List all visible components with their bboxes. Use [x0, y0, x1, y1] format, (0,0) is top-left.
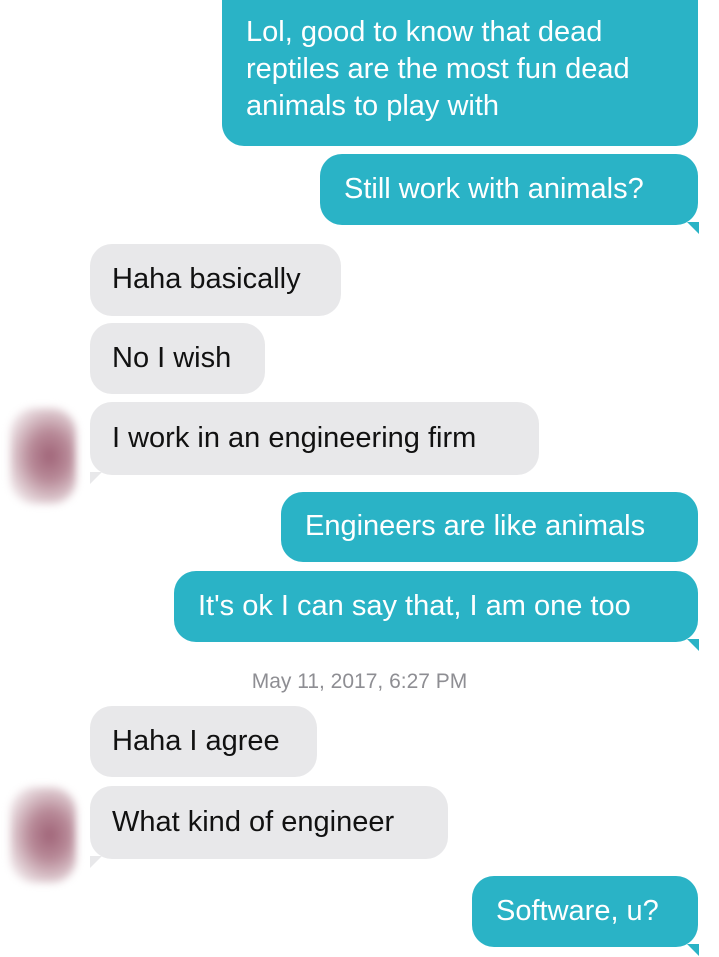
outgoing-message-bubble[interactable]: Software, u? — [472, 876, 698, 947]
contact-avatar[interactable] — [10, 408, 76, 504]
bubble-tail — [687, 222, 699, 234]
message-text: Haha basically — [112, 263, 301, 295]
incoming-message-bubble[interactable]: Haha I agree — [90, 706, 317, 777]
message-text-line: reptiles are the most fun dead — [246, 53, 630, 85]
outgoing-message-bubble[interactable]: Still work with animals? — [320, 154, 698, 225]
message-text: It's ok I can say that, I am one too — [198, 590, 631, 622]
message-text: No I wish — [112, 342, 232, 374]
bubble-tail — [90, 472, 102, 484]
message-text: I work in an engineering firm — [112, 422, 477, 454]
incoming-message-bubble[interactable]: Haha basically — [90, 244, 341, 316]
incoming-message-bubble[interactable]: I work in an engineering firm — [90, 402, 539, 475]
contact-avatar[interactable] — [10, 787, 76, 883]
message-timestamp: May 11, 2017, 6:27 PM — [251, 670, 468, 693]
message-text: Haha I agree — [112, 725, 280, 757]
message-text: Engineers are like animals — [305, 510, 646, 542]
outgoing-message-bubble[interactable]: Engineers are like animals — [281, 492, 698, 562]
message-text: Still work with animals? — [344, 173, 644, 205]
incoming-message-bubble[interactable]: No I wish — [90, 323, 265, 394]
message-text: What kind of engineer — [112, 806, 395, 838]
message-text-line: animals to play with — [246, 90, 500, 122]
outgoing-message-bubble[interactable]: It's ok I can say that, I am one too — [174, 571, 698, 642]
message-text-line: Lol, good to know that dead — [246, 16, 603, 48]
bubble-tail — [687, 639, 699, 651]
incoming-message-bubble[interactable]: What kind of engineer — [90, 786, 448, 859]
message-text: Software, u? — [496, 895, 659, 927]
outgoing-message-bubble[interactable]: Lol, good to know that dead reptiles are… — [222, 0, 698, 146]
bubble-tail — [90, 856, 102, 868]
bubble-tail — [687, 944, 699, 956]
